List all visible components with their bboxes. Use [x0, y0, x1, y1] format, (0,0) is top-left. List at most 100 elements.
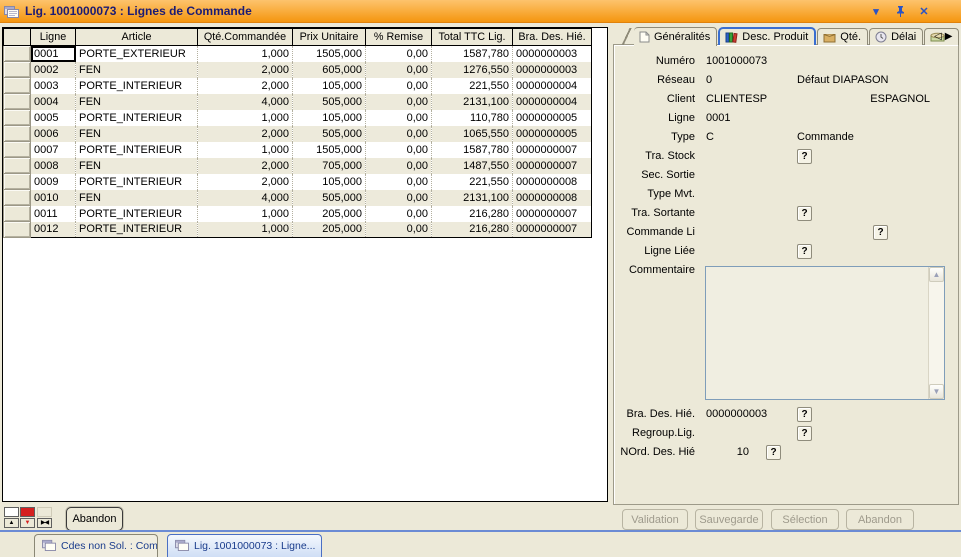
cell-qte[interactable]: 2,000 — [198, 126, 293, 142]
table-row[interactable]: 0001PORTE_EXTERIEUR1,0001505,0000,001587… — [4, 46, 592, 62]
col-header-total[interactable]: Total TTC Lig. — [432, 29, 513, 46]
cell-prix[interactable]: 505,000 — [293, 190, 366, 206]
cell-remise[interactable]: 0,00 — [366, 126, 432, 142]
tab-delai[interactable]: Délai — [869, 28, 923, 45]
cell-remise[interactable]: 0,00 — [366, 62, 432, 78]
cell-ligne[interactable]: 0001 — [31, 46, 76, 62]
row-selector[interactable] — [4, 158, 31, 174]
cell-prix[interactable]: 605,000 — [293, 62, 366, 78]
cell-total[interactable]: 221,550 — [432, 174, 513, 190]
cell-article[interactable]: PORTE_EXTERIEUR — [76, 46, 198, 62]
row-selector[interactable] — [4, 222, 31, 238]
close-icon[interactable]: ✕ — [917, 4, 931, 18]
nav-up-icon[interactable]: ▲ — [4, 518, 19, 528]
cell-qte[interactable]: 1,000 — [198, 142, 293, 158]
cell-qte[interactable]: 4,000 — [198, 94, 293, 110]
cell-bra[interactable]: 0000000008 — [513, 174, 592, 190]
cell-qte[interactable]: 1,000 — [198, 46, 293, 62]
row-selector[interactable] — [4, 142, 31, 158]
cell-ligne[interactable]: 0002 — [31, 62, 76, 78]
cell-qte[interactable]: 2,000 — [198, 78, 293, 94]
table-row[interactable]: 0011PORTE_INTERIEUR1,000205,0000,00216,2… — [4, 206, 592, 222]
tab-scroll-left-icon[interactable]: ◁ — [934, 31, 942, 42]
row-selector[interactable] — [4, 62, 31, 78]
row-selector[interactable] — [4, 46, 31, 62]
cell-qte[interactable]: 1,000 — [198, 110, 293, 126]
cell-prix[interactable]: 105,000 — [293, 78, 366, 94]
row-selector[interactable] — [4, 126, 31, 142]
cell-qte[interactable]: 4,000 — [198, 190, 293, 206]
scroll-down-icon[interactable]: ▼ — [929, 384, 944, 399]
cell-remise[interactable]: 0,00 — [366, 78, 432, 94]
cell-prix[interactable]: 205,000 — [293, 206, 366, 222]
cell-qte[interactable]: 1,000 — [198, 206, 293, 222]
cell-qte[interactable]: 2,000 — [198, 174, 293, 190]
taskbar-tab-cdes-non-sol[interactable]: Cdes non Sol. : Comma... — [34, 534, 158, 557]
cell-prix[interactable]: 705,000 — [293, 158, 366, 174]
cell-remise[interactable]: 0,00 — [366, 158, 432, 174]
help-button[interactable]: ? — [797, 244, 812, 259]
cell-total[interactable]: 221,550 — [432, 78, 513, 94]
scroll-up-icon[interactable]: ▲ — [929, 267, 944, 282]
window-titlebar[interactable]: Lig. 1001000073 : Lignes de Commande ▾ ✕ — [0, 0, 961, 23]
cell-article[interactable]: PORTE_INTERIEUR — [76, 222, 198, 238]
cell-bra[interactable]: 0000000007 — [513, 158, 592, 174]
cell-bra[interactable]: 0000000003 — [513, 62, 592, 78]
cell-remise[interactable]: 0,00 — [366, 110, 432, 126]
nav-down-icon[interactable]: ▼ — [20, 518, 35, 528]
abandon-button[interactable]: Abandon — [846, 509, 914, 530]
table-row[interactable]: 0009PORTE_INTERIEUR2,000105,0000,00221,5… — [4, 174, 592, 190]
taskbar-tab-lignes-commande[interactable]: Lig. 1001000073 : Ligne... — [167, 534, 322, 557]
table-row[interactable]: 0006FEN2,000505,0000,001065,550000000000… — [4, 126, 592, 142]
cell-bra[interactable]: 0000000005 — [513, 110, 592, 126]
col-header-qte[interactable]: Qté.Commandée — [198, 29, 293, 46]
help-button[interactable]: ? — [797, 149, 812, 164]
col-header-prix[interactable]: Prix Unitaire — [293, 29, 366, 46]
cell-ligne[interactable]: 0009 — [31, 174, 76, 190]
cell-qte[interactable]: 2,000 — [198, 62, 293, 78]
tab-qte[interactable]: Qté. — [817, 28, 868, 45]
cell-ligne[interactable]: 0003 — [31, 78, 76, 94]
cell-remise[interactable]: 0,00 — [366, 46, 432, 62]
cell-total[interactable]: 110,780 — [432, 110, 513, 126]
cell-article[interactable]: FEN — [76, 158, 198, 174]
cell-prix[interactable]: 505,000 — [293, 94, 366, 110]
row-selector[interactable] — [4, 78, 31, 94]
table-row[interactable]: 0004FEN4,000505,0000,002131,100000000000… — [4, 94, 592, 110]
help-button[interactable]: ? — [873, 225, 888, 240]
comment-scrollbar[interactable]: ▲ ▼ — [928, 267, 944, 399]
cell-article[interactable]: PORTE_INTERIEUR — [76, 174, 198, 190]
cell-article[interactable]: FEN — [76, 62, 198, 78]
selection-button[interactable]: Sélection — [771, 509, 839, 530]
table-row[interactable]: 0007PORTE_INTERIEUR1,0001505,0000,001587… — [4, 142, 592, 158]
cell-article[interactable]: PORTE_INTERIEUR — [76, 78, 198, 94]
comment-textarea[interactable]: ▲ ▼ — [705, 266, 945, 400]
cell-prix[interactable]: 105,000 — [293, 110, 366, 126]
abandon-button-left[interactable]: Abandon — [66, 507, 123, 531]
table-row[interactable]: 0005PORTE_INTERIEUR1,000105,0000,00110,7… — [4, 110, 592, 126]
table-row[interactable]: 0002FEN2,000605,0000,001276,550000000000… — [4, 62, 592, 78]
row-selector[interactable] — [4, 190, 31, 206]
cell-bra[interactable]: 0000000004 — [513, 94, 592, 110]
cell-qte[interactable]: 2,000 — [198, 158, 293, 174]
cell-total[interactable]: 1276,550 — [432, 62, 513, 78]
tab-desc-produit[interactable]: Desc. Produit — [718, 27, 816, 45]
cell-ligne[interactable]: 0004 — [31, 94, 76, 110]
cell-total[interactable]: 2131,100 — [432, 94, 513, 110]
cell-article[interactable]: PORTE_INTERIEUR — [76, 142, 198, 158]
cell-remise[interactable]: 0,00 — [366, 190, 432, 206]
cell-total[interactable]: 216,280 — [432, 206, 513, 222]
cell-remise[interactable]: 0,00 — [366, 174, 432, 190]
cell-total[interactable]: 1587,780 — [432, 142, 513, 158]
cell-remise[interactable]: 0,00 — [366, 222, 432, 238]
cell-remise[interactable]: 0,00 — [366, 206, 432, 222]
cell-ligne[interactable]: 0005 — [31, 110, 76, 126]
nav-range-icon[interactable]: ▶◀ — [37, 518, 52, 528]
cell-bra[interactable]: 0000000004 — [513, 78, 592, 94]
cell-ligne[interactable]: 0011 — [31, 206, 76, 222]
cell-remise[interactable]: 0,00 — [366, 142, 432, 158]
col-header-bra[interactable]: Bra. Des. Hié. — [513, 29, 592, 46]
tab-scroll-right-icon[interactable]: ▶ — [945, 31, 953, 42]
cell-total[interactable]: 1487,550 — [432, 158, 513, 174]
cell-ligne[interactable]: 0006 — [31, 126, 76, 142]
